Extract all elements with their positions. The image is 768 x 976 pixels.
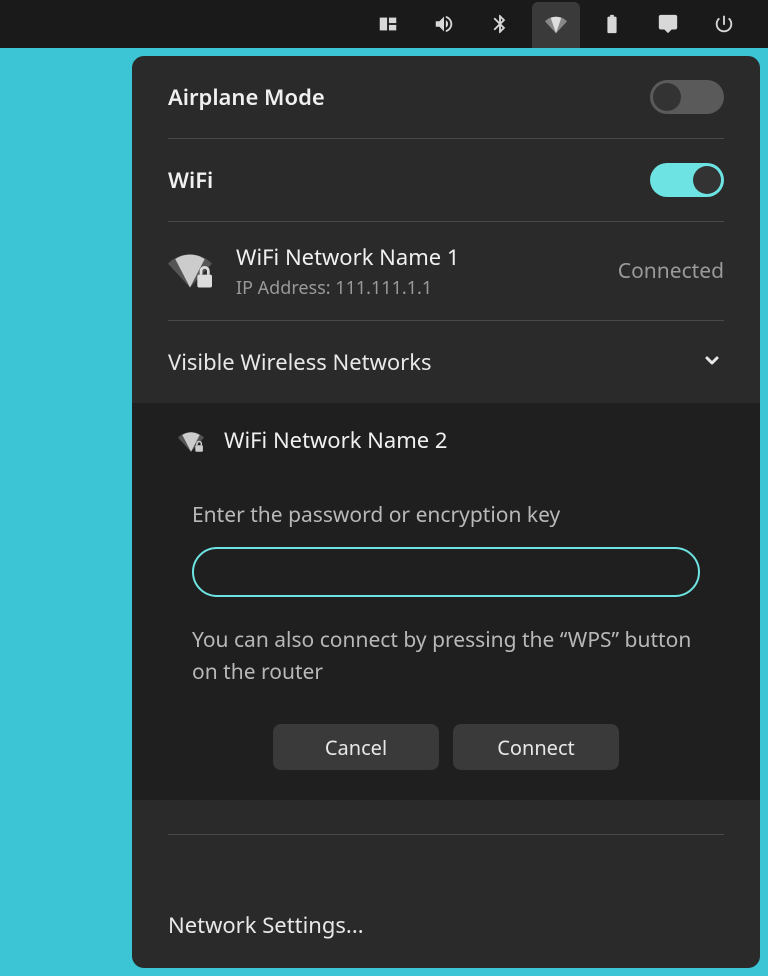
password-input[interactable] <box>192 547 700 597</box>
wifi-row: WiFi <box>132 139 760 221</box>
wifi-tray-icon[interactable] <box>532 2 580 48</box>
footer-row[interactable]: Network Settings... <box>132 882 760 968</box>
wifi-signal-lock-icon <box>178 429 204 455</box>
power-icon[interactable] <box>700 0 748 48</box>
network-info: WiFi Network Name 1 IP Address: 111.111.… <box>236 242 594 300</box>
airplane-mode-label: Airplane Mode <box>168 82 325 112</box>
network-name-label: WiFi Network Name 2 <box>224 425 448 455</box>
top-bar <box>0 0 768 48</box>
divider <box>168 834 724 835</box>
network-panel: Airplane Mode WiFi WiFi Network Name 1 I… <box>130 54 762 970</box>
network-item-header[interactable]: WiFi Network Name 2 <box>132 403 760 473</box>
airplane-mode-row: Airplane Mode <box>132 56 760 138</box>
battery-icon[interactable] <box>588 0 636 48</box>
bluetooth-icon[interactable] <box>476 0 524 48</box>
workspaces-icon[interactable] <box>364 0 412 48</box>
wifi-toggle[interactable] <box>650 163 724 197</box>
toggle-knob <box>693 166 721 194</box>
network-name-label: WiFi Network Name 1 <box>236 242 594 272</box>
connected-network-row[interactable]: WiFi Network Name 1 IP Address: 111.111.… <box>132 222 760 320</box>
wifi-signal-lock-icon <box>168 249 212 293</box>
visible-networks-header[interactable]: Visible Wireless Networks <box>132 321 760 403</box>
wps-hint: You can also connect by pressing the “WP… <box>192 625 700 688</box>
button-row: Cancel Connect <box>192 724 700 770</box>
expanded-network-section: WiFi Network Name 2 Enter the password o… <box>132 403 760 800</box>
visible-networks-label: Visible Wireless Networks <box>168 347 432 377</box>
connect-button[interactable]: Connect <box>453 724 619 770</box>
toggle-knob <box>653 83 681 111</box>
chevron-down-icon <box>700 348 724 377</box>
password-form: Enter the password or encryption key You… <box>132 473 760 800</box>
network-ip-label: IP Address: 111.111.1.1 <box>236 276 594 300</box>
connection-status: Connected <box>618 257 724 285</box>
password-prompt: Enter the password or encryption key <box>192 501 700 529</box>
cancel-button[interactable]: Cancel <box>273 724 439 770</box>
volume-icon[interactable] <box>420 0 468 48</box>
network-settings-link: Network Settings... <box>168 910 364 940</box>
wifi-label: WiFi <box>168 165 213 195</box>
airplane-mode-toggle[interactable] <box>650 80 724 114</box>
notifications-icon[interactable] <box>644 0 692 48</box>
